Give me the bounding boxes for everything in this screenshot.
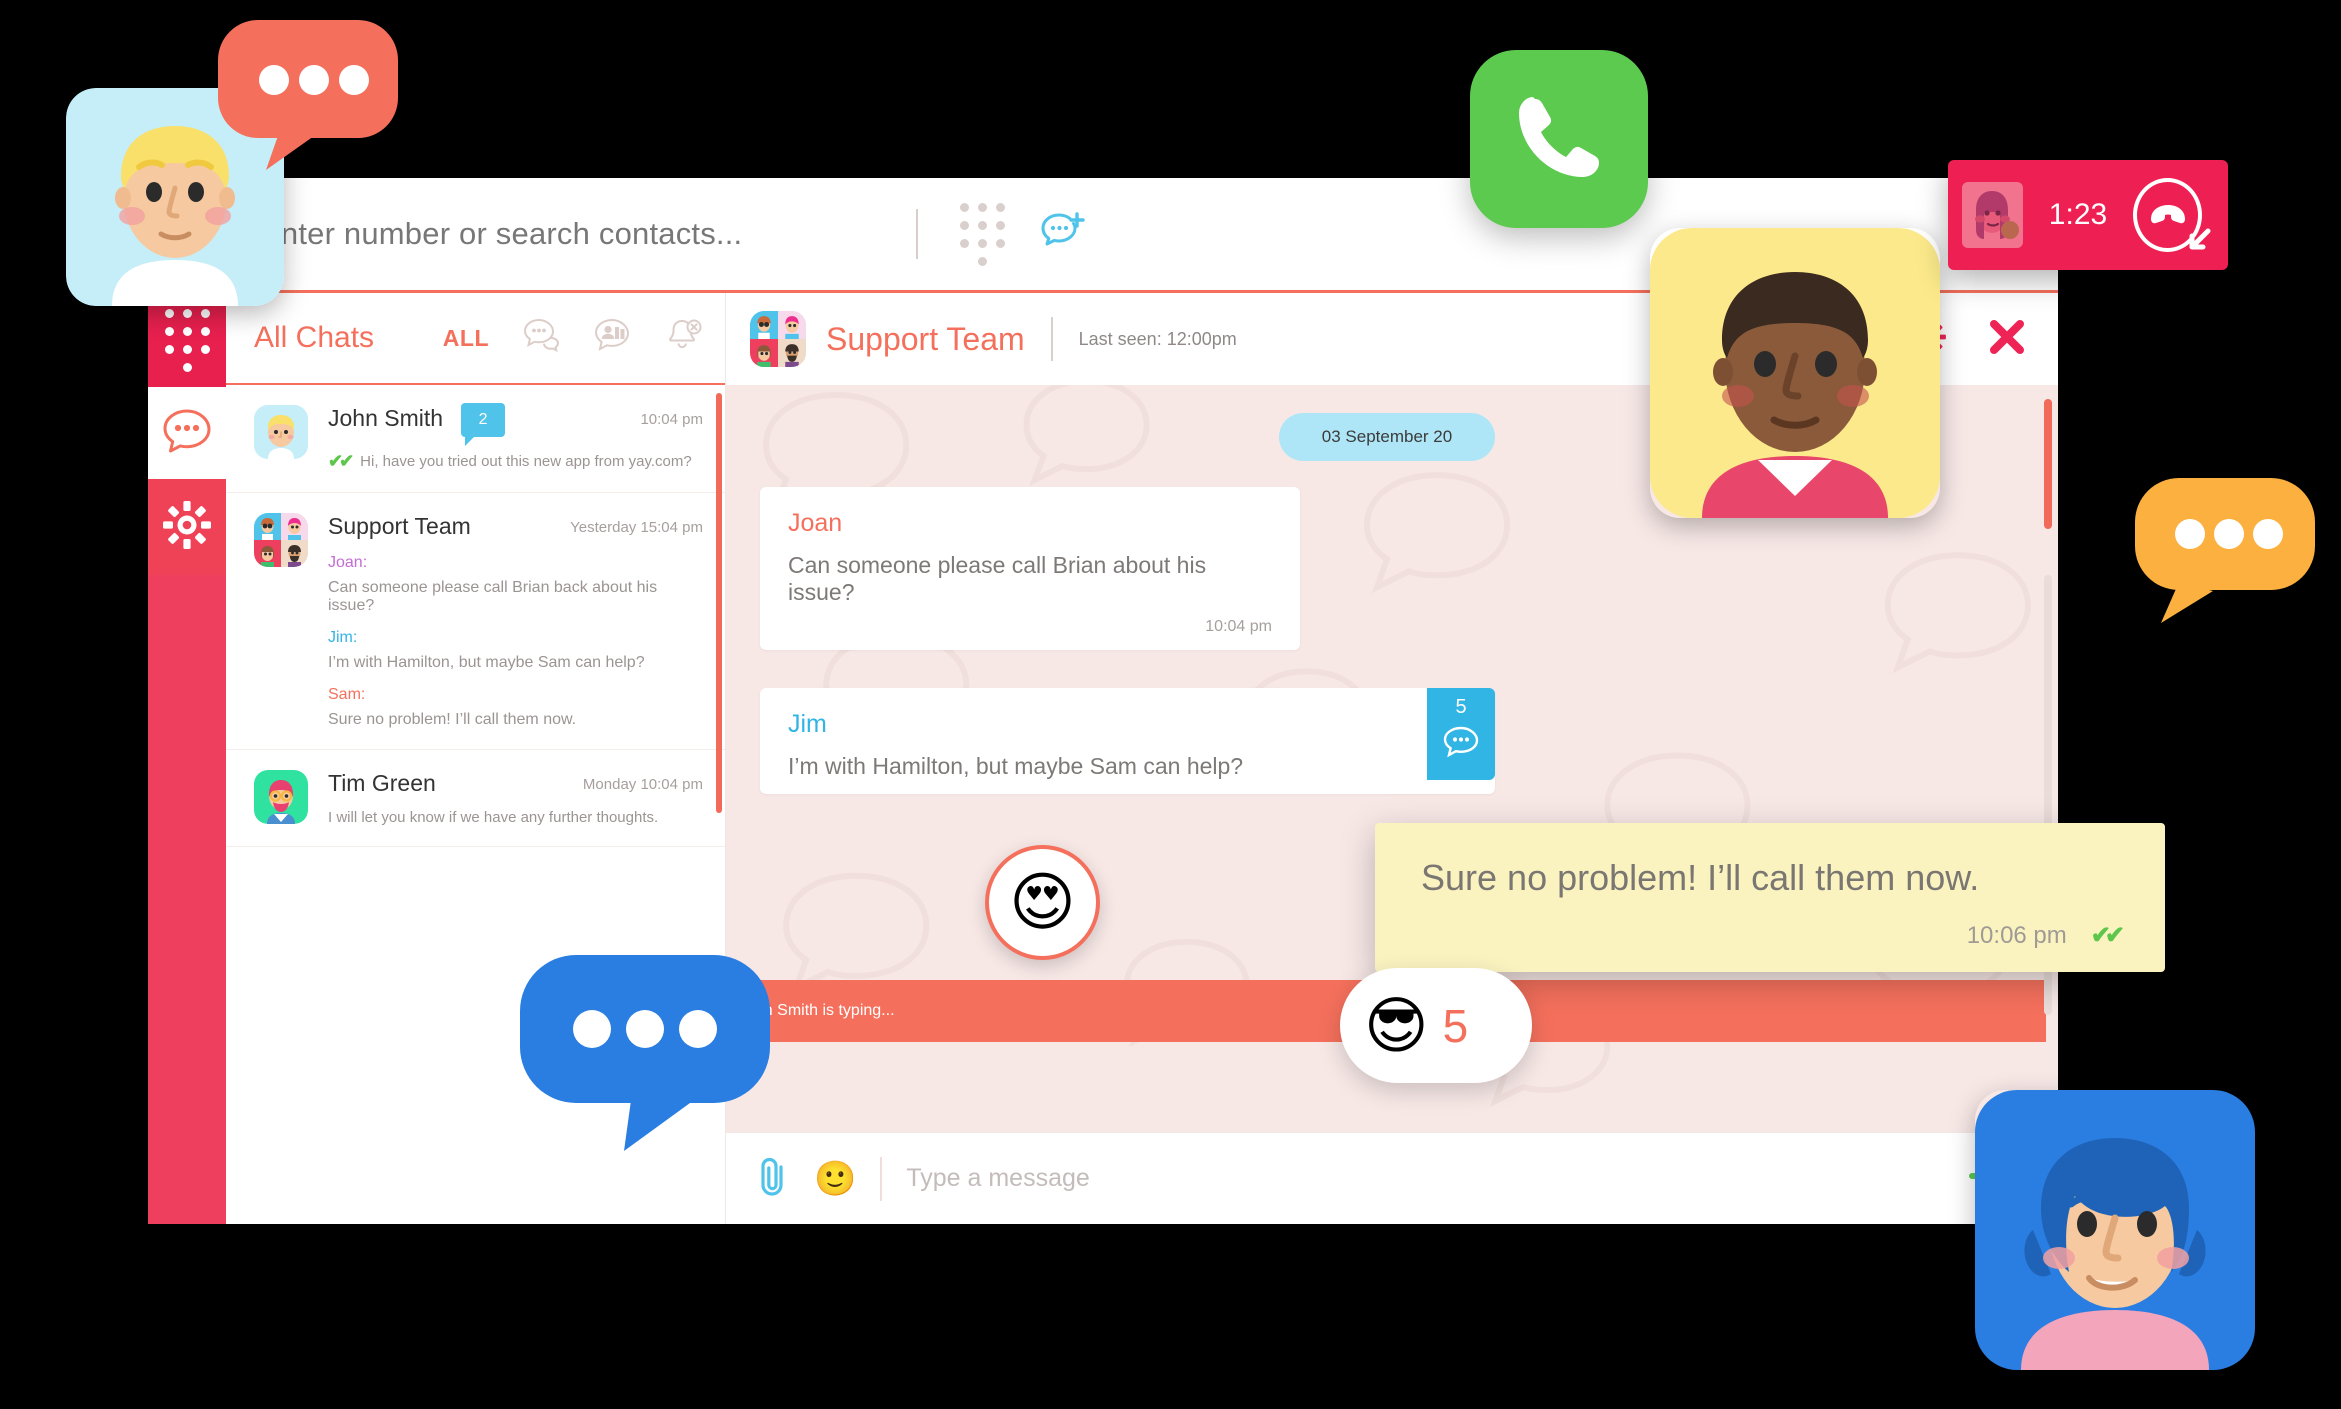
chat-row-content: Support Team Yesterday 15:04 pm Joan: Ca… [328, 513, 703, 729]
thread-text: Sure no problem! I’ll call them now. [328, 711, 577, 728]
brown-man-avatar [1650, 228, 1940, 518]
left-nav-rail [148, 293, 226, 1224]
topbar-icon-group [960, 202, 1085, 266]
call-timer: 1:23 [2048, 198, 2108, 231]
composer-divider [880, 1156, 883, 1201]
thread-entry: Jim: I’m with Hamilton, but maybe Sam ca… [328, 629, 703, 672]
thread-entry: Sam: Sure no problem! I’ll call them now… [328, 686, 703, 729]
thread-text: Can someone please call Brian back about… [328, 579, 658, 614]
chat-row-content: Tim Green Monday 10:04 pm I will let you… [328, 770, 703, 826]
message-composer: 🙂 [726, 1132, 2058, 1224]
chat-list-item-john-smith[interactable]: John Smith 2 10:04 pm ✔✔ Hi, have you tr… [226, 385, 725, 493]
message-text: I’m with Hamilton, but maybe Sam can hel… [788, 753, 1244, 779]
message-text: Can someone please call Brian about his … [788, 552, 1207, 605]
thread-author: Sam: [328, 686, 366, 703]
support-team-avatar [750, 311, 806, 367]
chat-name: John Smith [328, 405, 444, 431]
dialpad-icon [164, 308, 210, 372]
chat-timestamp: 10:04 pm [640, 411, 703, 428]
chat-list-item-tim-green[interactable]: Tim Green Monday 10:04 pm I will let you… [226, 750, 725, 847]
message-time: 10:04 pm [1205, 618, 1272, 635]
chat-filter-icons [523, 317, 703, 360]
last-seen-label: Last seen: 12:00pm [1078, 328, 1237, 349]
thread-author: Joan: [328, 554, 368, 571]
search-input[interactable] [260, 216, 916, 252]
floating-message-time: 10:06 pm [1966, 921, 2067, 949]
heart-eyes-emoji: 😍 [1009, 865, 1076, 940]
chat-preview-text: I will let you know if we have any furth… [328, 809, 659, 826]
message-input[interactable] [906, 1164, 1944, 1193]
chat-preview-text: Hi, have you tried out this new app from… [360, 453, 692, 470]
heart-eyes-reaction[interactable]: 😍 [985, 845, 1100, 960]
chat-list-header: All Chats ALL [226, 293, 725, 385]
group-chat-filter-icon[interactable] [593, 318, 633, 359]
chat-preview-row: ✔✔ Hi, have you tried out this new app f… [328, 451, 703, 472]
chat-bubble-icon [1441, 725, 1481, 766]
paperclip-icon[interactable] [754, 1156, 790, 1201]
screenshot-stage: All Chats ALL [0, 0, 2341, 1409]
sunglasses-reaction-pill[interactable]: 😎 5 [1340, 968, 1532, 1083]
message-author: Joan [788, 509, 843, 537]
conversation-scrollbar-thumb[interactable] [2044, 399, 2052, 529]
sunglasses-emoji: 😎 [1364, 988, 1429, 1062]
chat-preview-row: I will let you know if we have any furth… [328, 809, 703, 826]
message-author: Jim [788, 710, 827, 738]
filter-all-button[interactable]: ALL [443, 325, 489, 352]
chat-list-item-support-team[interactable]: Support Team Yesterday 15:04 pm Joan: Ca… [226, 493, 725, 750]
caller-avatar [1962, 182, 2023, 248]
tim-green-avatar [254, 770, 308, 824]
header-divider [1050, 317, 1053, 361]
rail-item-chats[interactable] [148, 387, 226, 479]
support-team-avatar [254, 513, 308, 567]
blue-hair-woman-avatar [1975, 1090, 2255, 1370]
chat-row-content: John Smith 2 10:04 pm ✔✔ Hi, have you tr… [328, 403, 703, 472]
message-bubble-jim[interactable]: Jim I’m with Hamilton, but maybe Sam can… [760, 688, 1495, 794]
new-chat-plus-icon[interactable] [1039, 210, 1085, 259]
john-smith-avatar [254, 405, 308, 459]
close-icon[interactable] [1986, 316, 2028, 363]
thread-author: Jim: [328, 629, 358, 646]
minimize-arrow-icon[interactable] [2182, 223, 2216, 262]
chat-timestamp: Monday 10:04 pm [582, 776, 703, 793]
thread-text: I’m with Hamilton, but maybe Sam can hel… [328, 654, 645, 671]
chat-name: Support Team [328, 513, 471, 539]
chat-timestamp: Yesterday 15:04 pm [570, 519, 703, 536]
active-call-widget: 1:23 [1948, 160, 2228, 270]
chat-row-top: John Smith 2 10:04 pm [328, 403, 703, 446]
date-separator: 03 September 20 [1279, 413, 1495, 461]
coral-speech-bubble [218, 20, 398, 175]
blue-speech-bubble [520, 955, 770, 1160]
chat-list-title: All Chats [254, 321, 375, 354]
floating-message-text: Sure no problem! I’ll call them now. [1421, 857, 1980, 898]
reply-count: 5 [1455, 696, 1467, 718]
reaction-count: 5 [1442, 999, 1469, 1052]
floating-message-meta: 10:06 pm ✔✔ [1421, 921, 2125, 950]
gear-icon [161, 499, 213, 556]
smiley-icon[interactable]: 🙂 [814, 1162, 856, 1196]
topbar-divider [916, 209, 918, 259]
chat-row-top: Support Team Yesterday 15:04 pm [328, 513, 703, 540]
message-bubble-joan[interactable]: Joan Can someone please call Brian about… [760, 487, 1300, 650]
thread-entry: Joan: Can someone please call Brian back… [328, 554, 703, 615]
double-check-icon: ✔✔ [328, 451, 354, 471]
conversation-title: Support Team [826, 320, 1025, 357]
double-check-icon: ✔✔ [2090, 922, 2125, 949]
muted-bell-filter-icon[interactable] [663, 317, 703, 360]
phone-icon [1507, 85, 1611, 194]
chat-list-scrollbar[interactable] [716, 393, 722, 813]
floating-yellow-message[interactable]: Sure no problem! I’ll call them now. 10:… [1375, 823, 2165, 972]
rail-item-dialpad[interactable] [148, 293, 226, 387]
message-reply-badge[interactable]: 5 [1427, 688, 1495, 780]
chat-bubble-icon [161, 407, 213, 460]
green-call-button[interactable] [1470, 50, 1648, 228]
rail-item-settings[interactable] [148, 479, 226, 575]
orange-speech-bubble [2135, 478, 2315, 628]
chat-name: Tim Green [328, 770, 436, 796]
unread-badge: 2 [461, 403, 506, 446]
dialpad-icon[interactable] [960, 202, 1005, 266]
chat-bubble-filter-icon[interactable] [523, 318, 563, 359]
chat-row-top: Tim Green Monday 10:04 pm [328, 770, 703, 797]
